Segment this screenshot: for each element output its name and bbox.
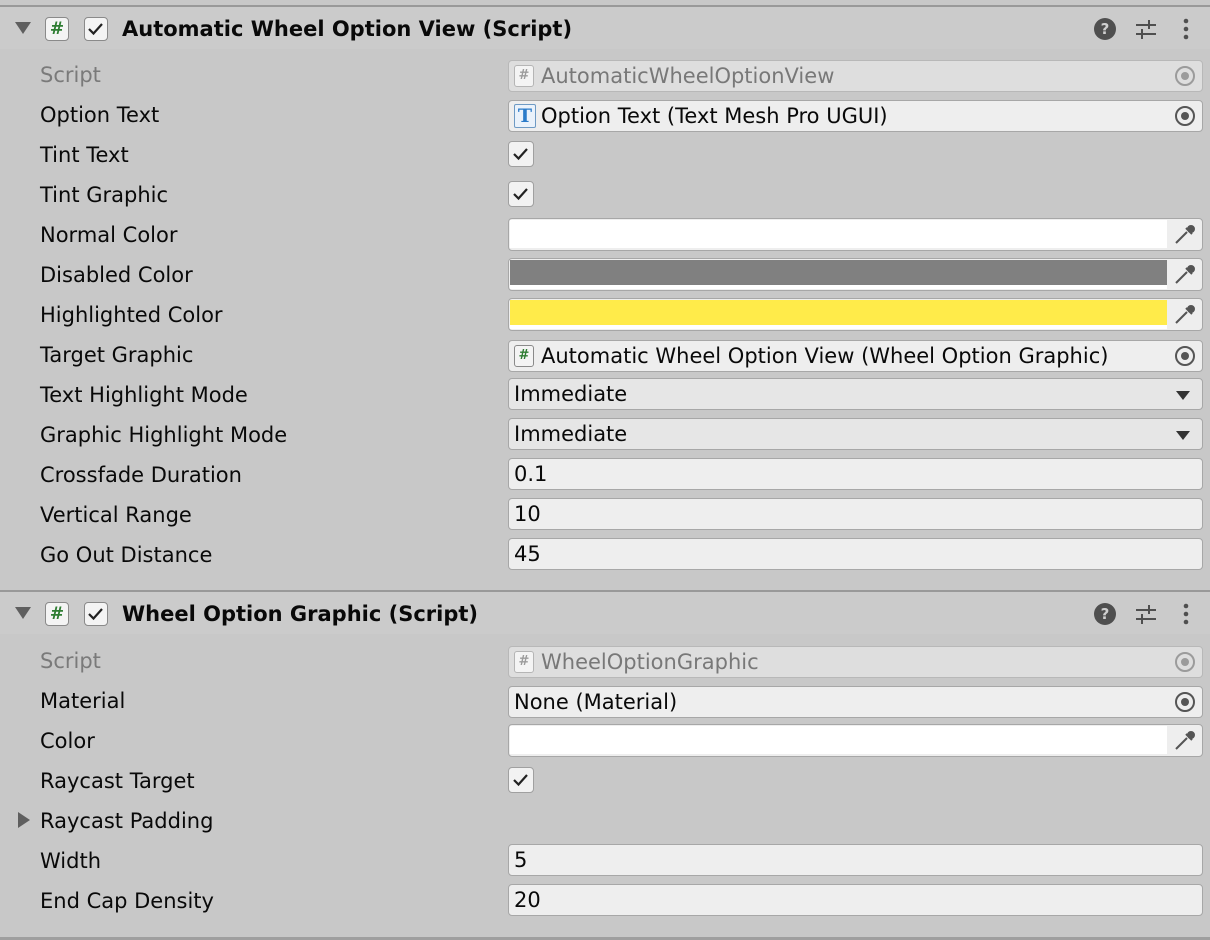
script-value: AutomaticWheelOptionView	[541, 64, 835, 88]
script-icon: #	[514, 65, 534, 87]
vertical-range-value: 10	[514, 502, 541, 526]
end-cap-density-value: 20	[514, 888, 541, 912]
object-picker-icon[interactable]	[1175, 106, 1195, 126]
checkmark-icon	[513, 188, 528, 201]
component-header[interactable]: # Wheel Option Graphic (Script) ?	[0, 590, 1210, 634]
highlighted-color-swatch[interactable]	[510, 300, 1167, 328]
color-swatch[interactable]	[510, 726, 1167, 754]
header-divider	[0, 5, 1210, 7]
raycast-target-checkbox[interactable]	[508, 767, 534, 793]
color-label: Color	[40, 729, 95, 753]
script-icon: #	[45, 602, 69, 626]
script-icon: #	[514, 651, 534, 673]
width-value: 5	[514, 848, 528, 872]
width-label: Width	[40, 849, 102, 873]
go-out-distance-value: 45	[514, 542, 541, 566]
header-divider	[0, 590, 1210, 592]
go-out-distance-label: Go Out Distance	[40, 543, 213, 567]
text-highlight-mode-label: Text Highlight Mode	[40, 383, 248, 407]
material-field[interactable]: None (Material)	[508, 686, 1203, 718]
eyedropper-icon[interactable]	[1167, 299, 1202, 329]
checkmark-icon	[88, 608, 103, 621]
chevron-down-icon	[1176, 431, 1190, 440]
alpha-bar	[510, 285, 1167, 289]
option-text-field[interactable]: T Option Text (Text Mesh Pro UGUI)	[508, 100, 1203, 132]
raycast-padding-foldout-icon[interactable]	[18, 812, 30, 828]
crossfade-duration-value: 0.1	[514, 462, 548, 486]
graphic-highlight-mode-value: Immediate	[514, 422, 628, 446]
graphic-highlight-mode-label: Graphic Highlight Mode	[40, 423, 288, 447]
checkmark-icon	[513, 148, 528, 161]
target-graphic-value: Automatic Wheel Option View (Wheel Optio…	[541, 344, 1109, 368]
option-text-value: Option Text (Text Mesh Pro UGUI)	[541, 104, 888, 128]
script-value: WheelOptionGraphic	[541, 650, 759, 674]
script-field: # WheelOptionGraphic	[508, 646, 1203, 678]
script-icon: #	[45, 17, 69, 41]
more-options-icon[interactable]	[1174, 17, 1198, 41]
script-label: Script	[40, 63, 101, 87]
foldout-arrow-icon[interactable]	[15, 22, 31, 34]
foldout-arrow-icon[interactable]	[15, 607, 31, 619]
script-icon: #	[514, 345, 534, 367]
option-text-label: Option Text	[40, 103, 160, 127]
raycast-target-label: Raycast Target	[40, 769, 195, 793]
end-cap-density-input[interactable]: 20	[508, 884, 1203, 916]
eyedropper-icon[interactable]	[1167, 725, 1202, 755]
checkmark-icon	[88, 23, 103, 36]
end-cap-density-label: End Cap Density	[40, 889, 214, 913]
highlighted-color-field[interactable]	[508, 298, 1203, 331]
alpha-bar	[510, 325, 1167, 329]
component-title: Automatic Wheel Option View (Script)	[122, 17, 573, 41]
crossfade-duration-input[interactable]: 0.1	[508, 458, 1203, 490]
object-picker-icon[interactable]	[1175, 346, 1195, 366]
component-title: Wheel Option Graphic (Script)	[122, 602, 479, 626]
object-picker-icon	[1175, 652, 1195, 672]
script-label: Script	[40, 649, 101, 673]
presets-icon[interactable]	[1134, 602, 1158, 626]
color-field[interactable]	[508, 724, 1203, 757]
highlighted-color-label: Highlighted Color	[40, 303, 223, 327]
go-out-distance-input[interactable]: 45	[508, 538, 1203, 570]
presets-icon[interactable]	[1134, 17, 1158, 41]
target-graphic-field[interactable]: # Automatic Wheel Option View (Wheel Opt…	[508, 340, 1203, 372]
tint-text-checkbox[interactable]	[508, 141, 534, 167]
disabled-color-label: Disabled Color	[40, 263, 193, 287]
tint-text-label: Tint Text	[40, 143, 129, 167]
raycast-padding-label[interactable]: Raycast Padding	[40, 807, 213, 835]
vertical-range-label: Vertical Range	[40, 503, 192, 527]
wheel-option-graphic-component: # Wheel Option Graphic (Script) ? Script…	[0, 590, 1210, 940]
component-header[interactable]: # Automatic Wheel Option View (Script) ?	[0, 5, 1210, 49]
component-enabled-checkbox[interactable]	[84, 602, 108, 626]
help-icon[interactable]: ?	[1094, 603, 1116, 625]
tint-graphic-label: Tint Graphic	[40, 183, 169, 207]
normal-color-label: Normal Color	[40, 223, 178, 247]
material-value: None (Material)	[514, 690, 678, 714]
component-enabled-checkbox[interactable]	[84, 17, 108, 41]
text-highlight-mode-value: Immediate	[514, 382, 628, 406]
eyedropper-icon[interactable]	[1167, 259, 1202, 289]
crossfade-duration-label: Crossfade Duration	[40, 463, 242, 487]
material-label: Material	[40, 689, 126, 713]
text-highlight-mode-dropdown[interactable]: Immediate	[508, 378, 1203, 410]
automatic-wheel-option-view-component: # Automatic Wheel Option View (Script) ?…	[0, 5, 1210, 590]
target-graphic-label: Target Graphic	[40, 343, 194, 367]
chevron-down-icon	[1176, 391, 1190, 400]
disabled-color-field[interactable]	[508, 258, 1203, 291]
normal-color-field[interactable]	[508, 218, 1203, 251]
text-mesh-pro-icon: T	[514, 104, 536, 128]
help-icon[interactable]: ?	[1094, 18, 1116, 40]
eyedropper-icon[interactable]	[1167, 219, 1202, 249]
normal-color-swatch[interactable]	[510, 220, 1167, 248]
object-picker-icon	[1175, 66, 1195, 86]
graphic-highlight-mode-dropdown[interactable]: Immediate	[508, 418, 1203, 450]
script-field: # AutomaticWheelOptionView	[508, 60, 1203, 92]
object-picker-icon[interactable]	[1175, 692, 1195, 712]
more-options-icon[interactable]	[1174, 602, 1198, 626]
width-input[interactable]: 5	[508, 844, 1203, 876]
checkmark-icon	[513, 774, 528, 787]
tint-graphic-checkbox[interactable]	[508, 181, 534, 207]
vertical-range-input[interactable]: 10	[508, 498, 1203, 530]
disabled-color-swatch[interactable]	[510, 260, 1167, 288]
